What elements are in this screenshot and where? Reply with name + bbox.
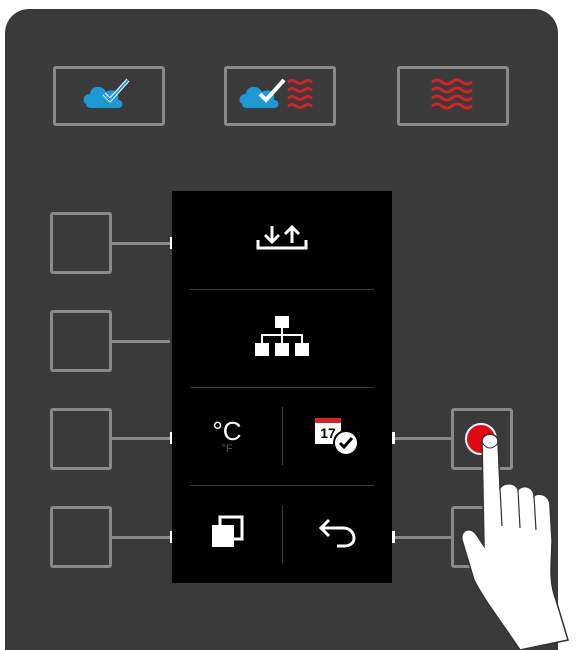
temperature-unit-button[interactable]: °C °F	[172, 387, 282, 485]
data-transfer-button[interactable]	[172, 191, 392, 289]
display-screen: °C °F 17	[172, 191, 392, 583]
schedule-button[interactable]: 17	[282, 387, 392, 485]
left-side-button-2[interactable]	[50, 310, 112, 372]
network-button[interactable]	[172, 289, 392, 387]
fahrenheit-label: °F	[221, 442, 233, 455]
connector-line	[112, 536, 170, 539]
connector-line	[395, 437, 452, 440]
back-arrow-icon	[317, 516, 357, 553]
network-hierarchy-icon	[254, 314, 310, 363]
celsius-label: °C	[212, 415, 242, 446]
connector-line	[395, 536, 452, 539]
convection-mode-button[interactable]	[397, 66, 509, 126]
check-circle-icon	[333, 430, 359, 456]
temperature-unit-icon: °C °F	[212, 418, 241, 455]
connector-line	[112, 437, 170, 440]
connector-line	[112, 340, 170, 343]
copy-button[interactable]	[172, 485, 282, 583]
left-side-button-3[interactable]	[50, 408, 112, 470]
steam-mode-button[interactable]	[53, 66, 165, 126]
heat-waves-icon	[428, 74, 478, 119]
left-side-button-4[interactable]	[50, 506, 112, 568]
left-side-button-1[interactable]	[50, 212, 112, 274]
copy-icon	[210, 515, 244, 554]
back-button[interactable]	[282, 485, 392, 583]
steam-and-heat-icon	[238, 72, 322, 121]
hand-pointer-icon	[461, 433, 569, 650]
steam-icon	[82, 74, 136, 119]
combi-mode-button[interactable]	[224, 66, 336, 126]
connector-line	[112, 242, 170, 245]
calendar-check-icon: 17	[313, 414, 361, 458]
data-transfer-icon	[254, 224, 310, 257]
